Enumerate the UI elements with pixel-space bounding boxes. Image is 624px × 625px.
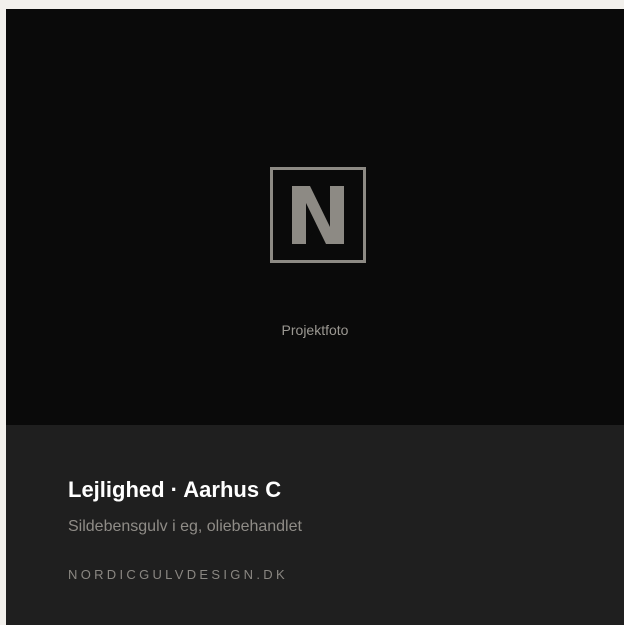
nordic-n-logo-icon <box>270 167 366 263</box>
project-description: Sildebensgulv i eg, oliebehandlet <box>68 518 302 535</box>
project-title: Lejlighed · Aarhus C <box>68 477 282 502</box>
photo-label: Projektfoto <box>281 322 349 338</box>
project-info: Lejlighed · Aarhus C Sildebensgulv i eg,… <box>6 425 624 625</box>
project-photo-placeholder: Projektfoto <box>6 9 624 425</box>
website-label: NORDICGULVDESIGN.DK <box>68 567 288 582</box>
project-card: Projektfoto Lejlighed · Aarhus C Sildebe… <box>6 9 624 625</box>
